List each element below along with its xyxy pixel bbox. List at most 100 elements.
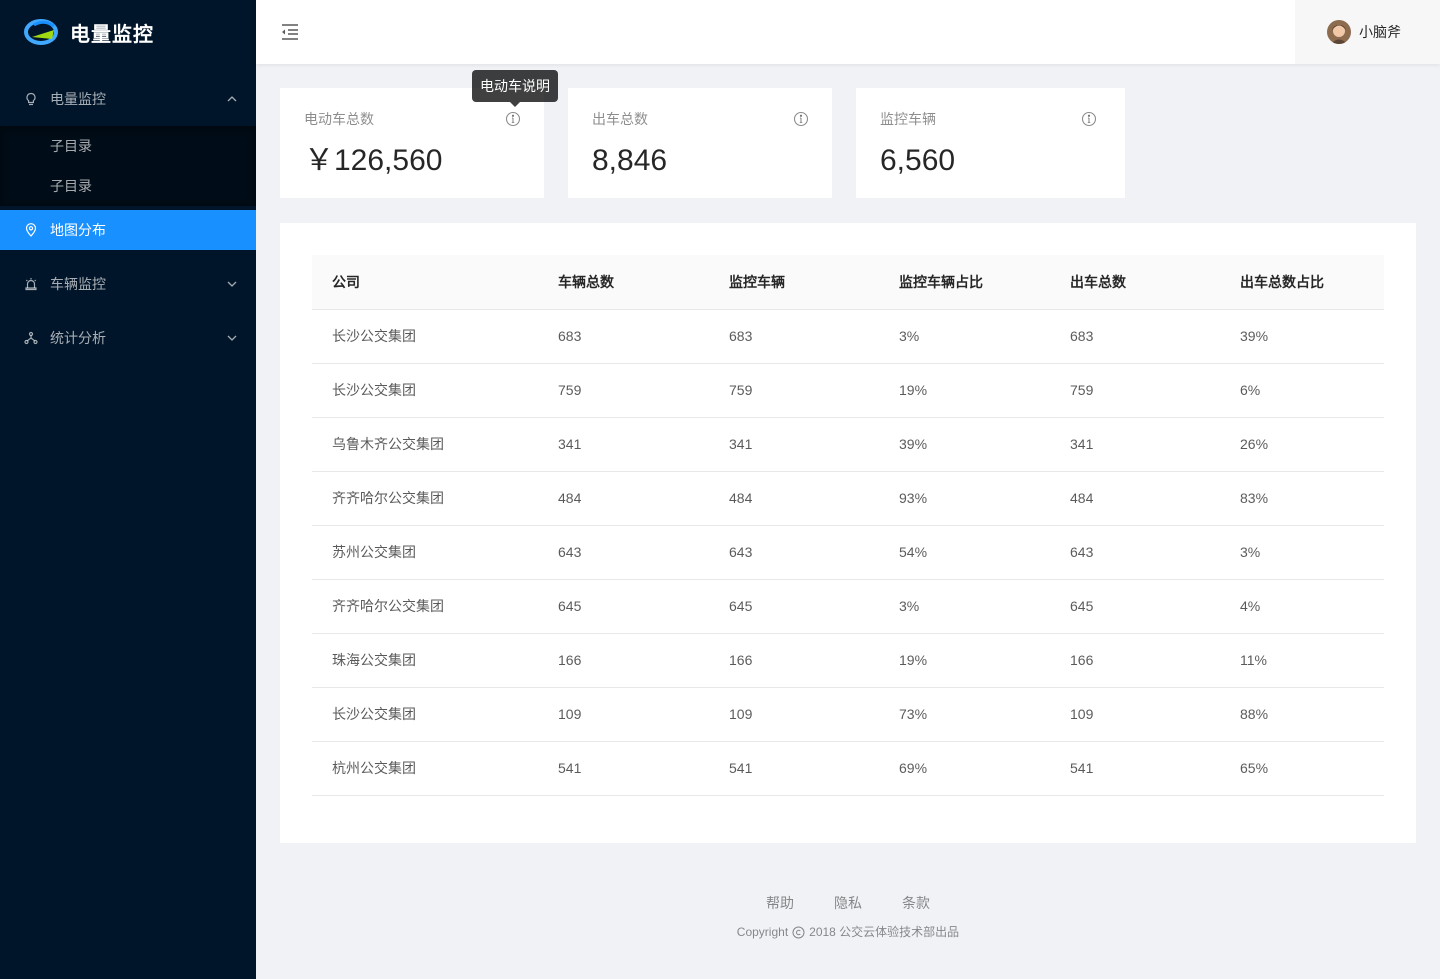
table-cell: 643: [709, 525, 879, 580]
stat-value: 6,560: [880, 144, 956, 177]
column-header: 公司: [312, 255, 538, 310]
chevron-up-icon: [227, 96, 237, 102]
copyright-icon: [792, 926, 805, 938]
table-cell: 苏州公交集团: [312, 525, 538, 580]
table-row: 长沙公交集团 759 759 19% 759 6%: [312, 363, 1384, 418]
sidebar-item-label: 地图分布: [50, 222, 106, 238]
stat-card-dispatch-total: 出车总数 8,846: [568, 88, 832, 198]
table-cell: 93%: [879, 471, 1050, 526]
column-header: 车辆总数: [538, 255, 709, 310]
footer-link-privacy[interactable]: 隐私: [834, 892, 862, 914]
table-cell: 39%: [1220, 309, 1384, 364]
table-cell: 341: [1050, 417, 1220, 472]
table-card: 公司 车辆总数 监控车辆 监控车辆占比 出车总数 出车总数占比 长沙公交集团 683 683 3…: [280, 223, 1416, 843]
table-cell: 759: [538, 363, 709, 418]
table-header-row: 公司 车辆总数 监控车辆 监控车辆占比 出车总数 出车总数占比: [312, 255, 1384, 310]
table-cell: 3%: [879, 309, 1050, 364]
footer-link-terms[interactable]: 条款: [902, 892, 930, 914]
stat-value: 8,846: [592, 144, 668, 177]
table-cell: 长沙公交集团: [312, 687, 538, 742]
table-cell: 54%: [879, 525, 1050, 580]
table-cell: 6%: [1220, 363, 1384, 418]
table-cell: 166: [1050, 633, 1220, 688]
table-cell: 4%: [1220, 579, 1384, 634]
table-cell: 109: [709, 687, 879, 742]
stat-label: 监控车辆: [880, 111, 936, 127]
column-header: 出车总数: [1050, 255, 1220, 310]
menu-fold-button[interactable]: [256, 0, 324, 64]
table-body: 长沙公交集团 683 683 3% 683 39% 长沙公交集团 759 759 19% 759 6%…: [312, 309, 1384, 796]
sidebar-subitem-2[interactable]: 子目录: [0, 166, 256, 206]
table-row: 齐齐哈尔公交集团 645 645 3% 645 4%: [312, 579, 1384, 634]
chevron-down-icon: [227, 281, 237, 287]
table-row: 珠海公交集团 166 166 19% 166 11%: [312, 633, 1384, 688]
stat-card-monitored-vehicles: 监控车辆 6,560: [856, 88, 1125, 198]
logo-icon: [24, 19, 58, 45]
table-row: 齐齐哈尔公交集团 484 484 93% 484 83%: [312, 471, 1384, 526]
sidebar-item-power-monitor[interactable]: 电量监控: [0, 79, 256, 119]
table-row: 乌鲁木齐公交集团 341 341 39% 341 26%: [312, 417, 1384, 472]
header: 小脑斧: [256, 0, 1440, 64]
table-cell: 541: [538, 741, 709, 796]
table-cell: 484: [538, 471, 709, 526]
info-circle-icon[interactable]: [505, 111, 521, 127]
table-cell: 73%: [879, 687, 1050, 742]
footer-link-help[interactable]: 帮助: [766, 892, 794, 914]
table-cell: 759: [1050, 363, 1220, 418]
table-cell: 341: [709, 417, 879, 472]
info-circle-icon[interactable]: [793, 111, 809, 127]
table-cell: 杭州公交集团: [312, 741, 538, 796]
table-cell: 109: [1050, 687, 1220, 742]
table-cell: 齐齐哈尔公交集团: [312, 579, 538, 634]
table-cell: 3%: [879, 579, 1050, 634]
table-cell: 88%: [1220, 687, 1384, 742]
stat-card-ev-total: 电动车总数 ￥126,560: [280, 88, 544, 198]
logo[interactable]: 电量监控: [0, 0, 256, 64]
menu-fold-icon: [282, 24, 298, 40]
table-cell: 645: [538, 579, 709, 634]
app-title: 电量监控: [70, 23, 154, 46]
submenu: 子目录 子目录: [0, 126, 256, 206]
sidebar-subitem-1[interactable]: 子目录: [0, 126, 256, 166]
footer-links: 帮助 隐私 条款: [256, 892, 1440, 914]
copyright-prefix: Copyright: [736, 925, 789, 939]
table-cell: 长沙公交集团: [312, 309, 538, 364]
sidebar-item-label: 子目录: [50, 178, 92, 194]
table-cell: 484: [1050, 471, 1220, 526]
table-cell: 166: [709, 633, 879, 688]
stat-value: ￥126,560: [304, 144, 443, 177]
table-cell: 11%: [1220, 633, 1384, 688]
user-menu[interactable]: 小脑斧: [1295, 0, 1440, 64]
table-cell: 683: [709, 309, 879, 364]
table-row: 长沙公交集团 109 109 73% 109 88%: [312, 687, 1384, 742]
table-cell: 26%: [1220, 417, 1384, 472]
table-cell: 69%: [879, 741, 1050, 796]
sidebar-item-label: 车辆监控: [50, 276, 106, 292]
table-cell: 645: [1050, 579, 1220, 634]
table-cell: 341: [538, 417, 709, 472]
table-cell: 645: [709, 579, 879, 634]
copyright: Copyright 2018 公交云体验技术部出品: [256, 922, 1440, 942]
sidebar-item-label: 统计分析: [50, 330, 106, 346]
table-cell: 3%: [1220, 525, 1384, 580]
sidebar-item-label: 电量监控: [50, 91, 106, 107]
avatar: [1327, 20, 1351, 44]
column-header: 监控车辆: [709, 255, 879, 310]
table-cell: 19%: [879, 363, 1050, 418]
sidebar-item-statistics[interactable]: 统计分析: [0, 318, 256, 358]
table-cell: 珠海公交集团: [312, 633, 538, 688]
column-header: 监控车辆占比: [879, 255, 1050, 310]
table-cell: 683: [538, 309, 709, 364]
cluster-icon: [24, 331, 38, 345]
sidebar: 电量监控 电量监控 子目录 子目录 地图分布 车辆监控 统计分析: [0, 0, 256, 979]
table-cell: 541: [709, 741, 879, 796]
bulb-icon: [24, 92, 38, 106]
sidebar-item-map[interactable]: 地图分布: [0, 210, 256, 250]
table-cell: 643: [538, 525, 709, 580]
sidebar-item-label: 子目录: [50, 138, 92, 154]
info-circle-icon[interactable]: [1081, 111, 1097, 127]
table-cell: 83%: [1220, 471, 1384, 526]
table-cell: 484: [709, 471, 879, 526]
sidebar-item-vehicle-monitor[interactable]: 车辆监控: [0, 264, 256, 304]
alarm-icon: [24, 277, 38, 291]
